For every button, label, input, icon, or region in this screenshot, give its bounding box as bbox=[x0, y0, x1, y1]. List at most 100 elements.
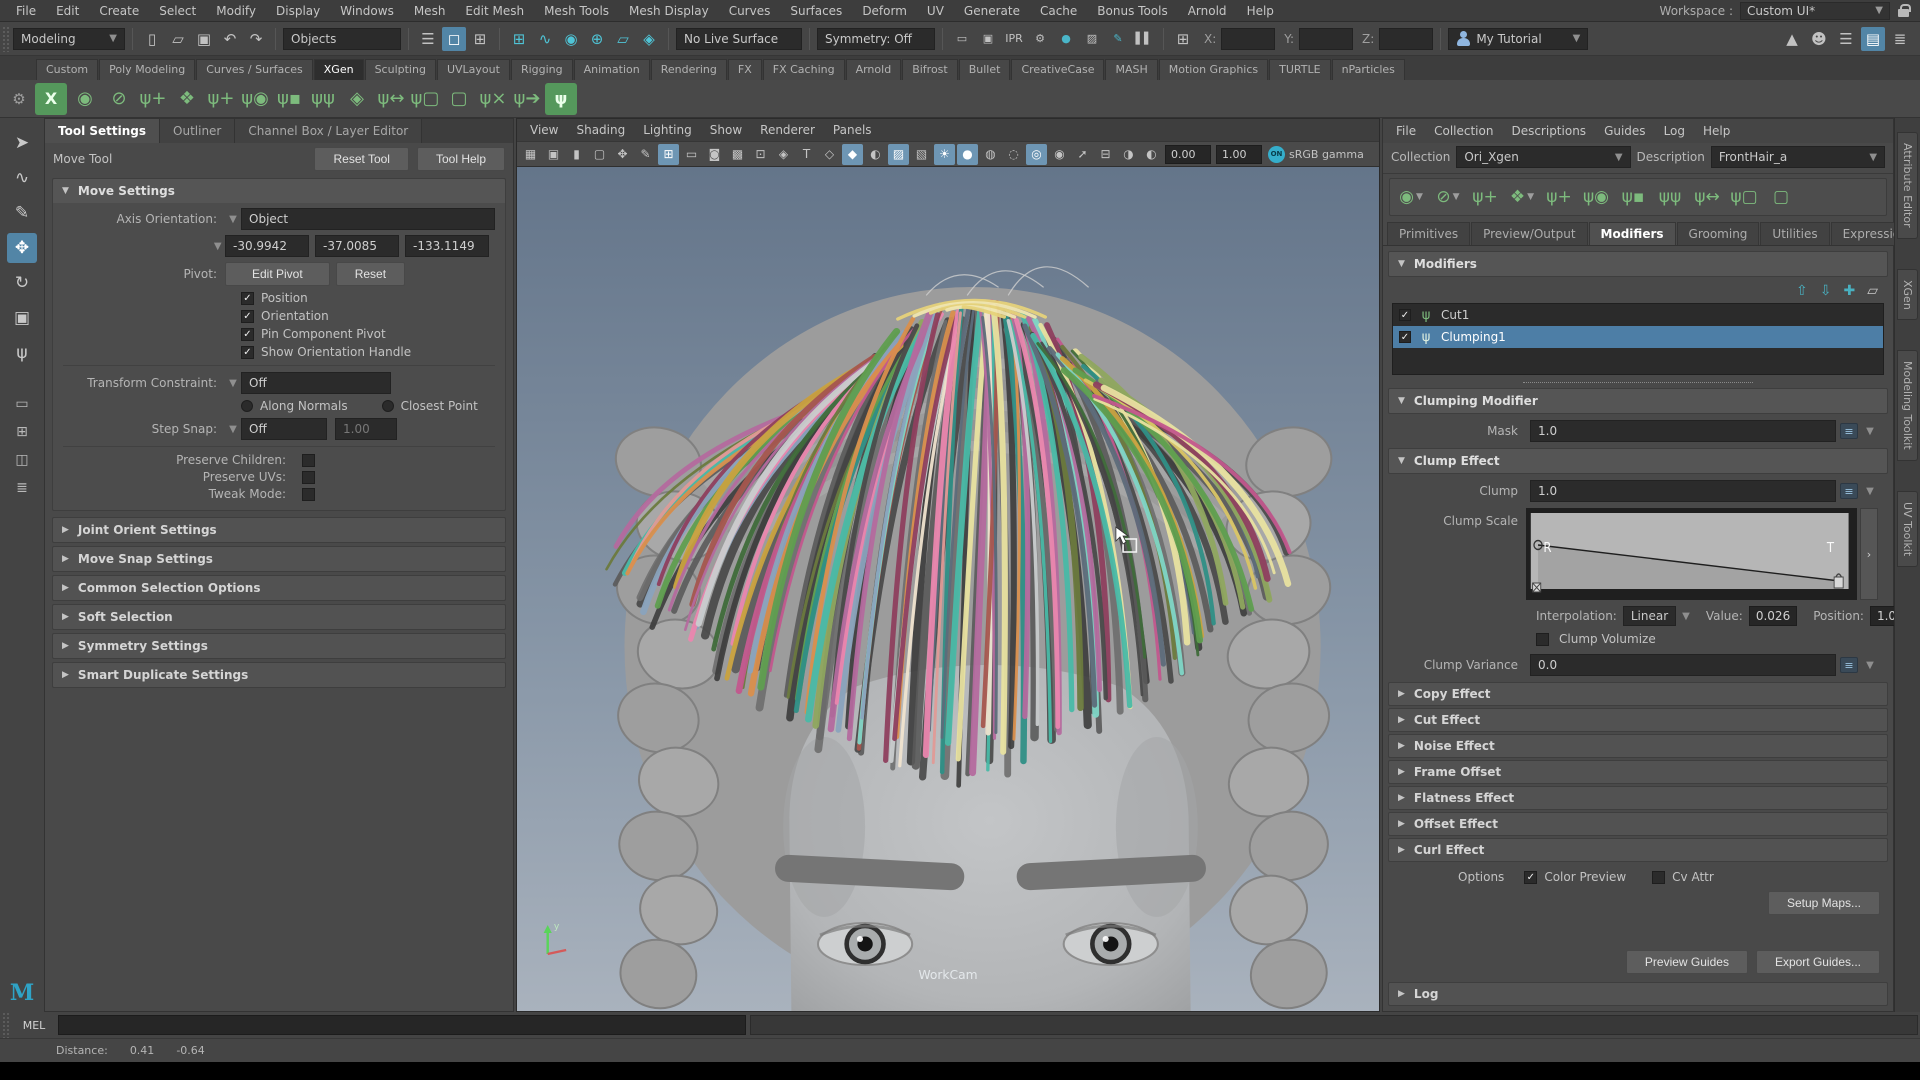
mel-label[interactable]: MEL bbox=[14, 1019, 54, 1032]
character-controls-toggle-icon[interactable]: ☻ bbox=[1807, 27, 1831, 51]
motion-blur-icon[interactable]: ◌ bbox=[1003, 144, 1024, 165]
docked-panel-tab[interactable]: Modeling Toolkit bbox=[1897, 350, 1918, 461]
symmetry-field[interactable]: Symmetry: Off bbox=[817, 28, 935, 50]
rotate-tool[interactable]: ↻ bbox=[7, 268, 37, 298]
option-checkbox-row[interactable]: Color Preview bbox=[1524, 870, 1626, 884]
undo-icon[interactable]: ↶ bbox=[218, 27, 242, 51]
clumping-modifier-header[interactable]: ▼ Clumping Modifier bbox=[1388, 388, 1888, 414]
xgen-select-guides-icon[interactable]: ψ▢ bbox=[409, 83, 441, 115]
two-d-pan-zoom-icon[interactable]: ✥ bbox=[612, 144, 633, 165]
snap-to-view-plane-icon[interactable]: ▱ bbox=[611, 27, 635, 51]
last-used-tool[interactable]: ψ bbox=[7, 338, 37, 368]
xgen-menu-item[interactable]: Guides bbox=[1595, 122, 1655, 140]
selection-mask-dropdown[interactable]: Objects bbox=[283, 28, 401, 50]
clump-volumize-checkbox[interactable] bbox=[1536, 633, 1549, 646]
orientation-value-field[interactable]: -133.1149 bbox=[405, 235, 489, 257]
channel-box-toggle-icon[interactable]: ☰ bbox=[1834, 27, 1858, 51]
chevron-down-icon[interactable]: ▼ bbox=[1862, 426, 1878, 437]
xgen-tab[interactable]: Grooming bbox=[1677, 222, 1760, 245]
chevron-down-icon[interactable]: ▼ bbox=[210, 241, 225, 252]
collapsed-section-header[interactable]: ▶ Noise Effect bbox=[1388, 734, 1888, 758]
open-xgen-editor-icon[interactable]: X bbox=[35, 83, 67, 115]
menu-item[interactable]: Curves bbox=[719, 1, 781, 21]
film-gate-icon[interactable]: ▭ bbox=[681, 144, 702, 165]
shelf-tab[interactable]: Rendering bbox=[651, 59, 727, 80]
modifiers-section-header[interactable]: ▼ Modifiers bbox=[1388, 251, 1888, 277]
gate-mask-icon[interactable]: ▩ bbox=[727, 144, 748, 165]
shelf-tab[interactable]: Motion Graphics bbox=[1159, 59, 1268, 80]
pause-viewport-icon[interactable]: ▌▌ bbox=[1132, 27, 1156, 51]
modifier-move-down-icon[interactable]: ⇩ bbox=[1820, 283, 1832, 299]
xgen-update-preview-icon[interactable]: ◉ ▼ bbox=[1396, 182, 1426, 212]
description-dropdown[interactable]: FrontHair_a ▼ bbox=[1711, 146, 1885, 168]
camera-attributes-icon[interactable]: ▣ bbox=[543, 144, 564, 165]
xgen-select-region-icon[interactable]: ▢ bbox=[1766, 182, 1796, 212]
menu-item[interactable]: Mesh Tools bbox=[534, 1, 619, 21]
exposure-icon[interactable]: ◑ bbox=[1118, 144, 1139, 165]
chevron-down-icon[interactable]: ▼ bbox=[225, 378, 241, 389]
xgen-convert-icon[interactable]: ψ➔ bbox=[511, 83, 543, 115]
setup-maps-button[interactable]: Setup Maps... bbox=[1768, 891, 1880, 915]
attribute-editor-toggle-icon[interactable]: ▤ bbox=[1861, 27, 1885, 51]
separator[interactable] bbox=[129, 28, 136, 50]
camera-bookmark-icon[interactable]: ▮ bbox=[566, 144, 587, 165]
separator[interactable] bbox=[665, 28, 672, 50]
viewport-menu-item[interactable]: View bbox=[521, 121, 567, 139]
splitter-handle[interactable] bbox=[1523, 382, 1753, 383]
expression-icon[interactable]: ≡ bbox=[1840, 483, 1858, 499]
step-snap-size-field[interactable]: 1.00 bbox=[335, 418, 397, 440]
menu-item[interactable]: Mesh bbox=[404, 1, 456, 21]
expression-icon[interactable]: ≡ bbox=[1840, 423, 1858, 439]
collapsed-section-header[interactable]: ▶ Smart Duplicate Settings bbox=[52, 662, 506, 688]
interpolation-dropdown[interactable]: Linear bbox=[1623, 606, 1676, 626]
gamma-field[interactable]: 1.00 bbox=[1216, 145, 1262, 164]
checkbox-row[interactable]: Pin Component Pivot bbox=[241, 327, 505, 341]
viewport-scene[interactable]: y WorkCam bbox=[517, 167, 1379, 1011]
shelf-tab[interactable]: Animation bbox=[574, 59, 650, 80]
xgen-create-description-icon[interactable]: ψ+ bbox=[1470, 182, 1500, 212]
collapsed-section-header[interactable]: ▶ Joint Orient Settings bbox=[52, 517, 506, 543]
collapsed-section-header[interactable]: ▶ Common Selection Options bbox=[52, 575, 506, 601]
xgen-add-guide-icon[interactable]: ψ+ bbox=[205, 83, 237, 115]
grip-handle[interactable] bbox=[2, 26, 10, 52]
xgen-delete-guides-icon[interactable]: ψ× bbox=[477, 83, 509, 115]
log-section-header[interactable]: ▶ Log bbox=[1388, 982, 1888, 1006]
shadows-icon[interactable]: ● bbox=[957, 144, 978, 165]
xgen-menu-item[interactable]: Collection bbox=[1425, 122, 1502, 140]
menu-item[interactable]: Bonus Tools bbox=[1087, 1, 1177, 21]
collapsed-section-header[interactable]: ▶ Offset Effect bbox=[1388, 812, 1888, 836]
safe-action-icon[interactable]: ◈ bbox=[773, 144, 794, 165]
menu-item[interactable]: File bbox=[6, 1, 46, 21]
xray-icon[interactable]: ⊟ bbox=[1095, 144, 1116, 165]
separator[interactable] bbox=[405, 28, 412, 50]
separator[interactable] bbox=[272, 28, 279, 50]
menu-item[interactable]: Help bbox=[1237, 1, 1284, 21]
clump-effect-header[interactable]: ▼ Clump Effect bbox=[1388, 448, 1888, 474]
shelf-tab[interactable]: XGen bbox=[314, 59, 364, 80]
ramp-value-field[interactable]: 0.026 bbox=[1749, 606, 1797, 626]
modifier-folder-icon[interactable]: ▱ bbox=[1867, 283, 1878, 299]
separator[interactable] bbox=[496, 28, 503, 50]
xgen-update-preview-icon[interactable]: ◉ bbox=[69, 83, 101, 115]
xgen-tab[interactable]: Primitives bbox=[1387, 222, 1470, 245]
clump-field[interactable]: 1.0 bbox=[1530, 480, 1836, 502]
xgen-duplicate-description-icon[interactable]: ❖ ▼ bbox=[1507, 182, 1537, 212]
xgen-export-patches-icon[interactable]: ❖ bbox=[171, 83, 203, 115]
grid-toggle-icon[interactable]: ⊞ bbox=[658, 144, 679, 165]
separator[interactable] bbox=[806, 28, 813, 50]
menu-item[interactable]: Display bbox=[266, 1, 330, 21]
separator[interactable] bbox=[939, 28, 946, 50]
shelf-tab[interactable]: Curves / Surfaces bbox=[196, 59, 313, 80]
menu-item[interactable]: Edit Mesh bbox=[455, 1, 534, 21]
y-input[interactable] bbox=[1299, 28, 1353, 50]
checkbox-row[interactable]: Tweak Mode: bbox=[53, 487, 505, 501]
reset-pivot-button[interactable]: Reset bbox=[336, 262, 405, 286]
export-guides-button[interactable]: Export Guides... bbox=[1756, 950, 1880, 974]
checkbox-row[interactable]: Preserve Children: bbox=[53, 453, 505, 467]
select-camera-icon[interactable]: ▦ bbox=[520, 144, 541, 165]
tool-help-button[interactable]: Tool Help bbox=[417, 147, 505, 171]
separator[interactable] bbox=[1160, 28, 1167, 50]
xgen-select-region-icon[interactable]: ▢ bbox=[443, 83, 475, 115]
select-tool[interactable]: ➤ bbox=[7, 128, 37, 158]
shelf-tab[interactable]: TURTLE bbox=[1269, 59, 1330, 80]
